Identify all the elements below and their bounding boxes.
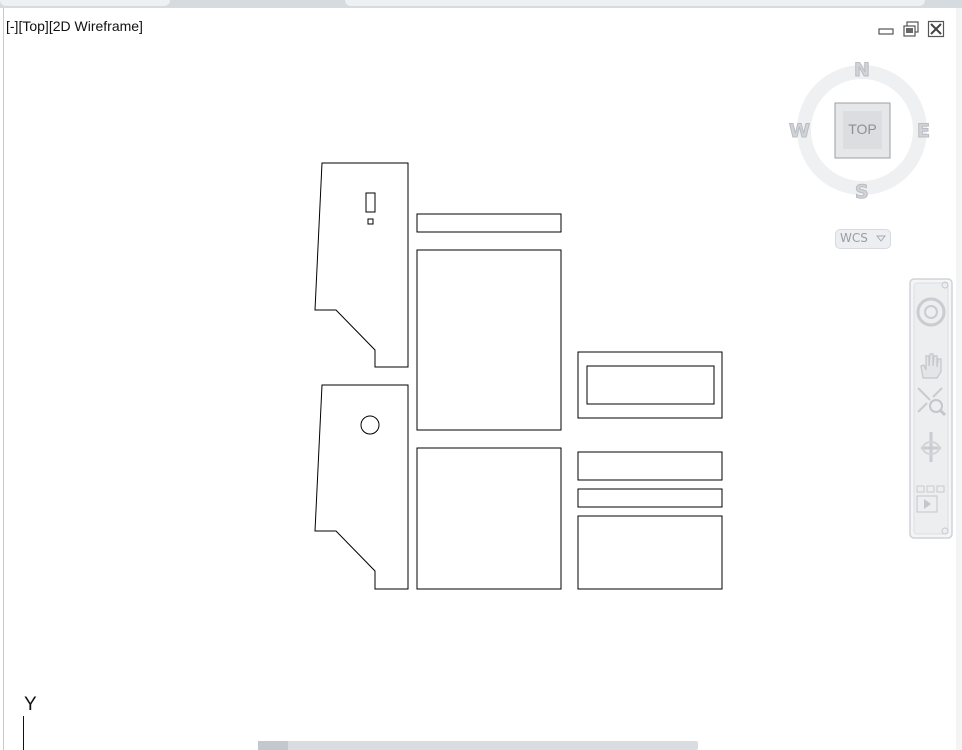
side-panel-circle	[360, 415, 380, 435]
side-panel-slot	[365, 192, 376, 213]
minimize-icon[interactable]	[877, 20, 895, 38]
ucs-menu-button[interactable]: WCS	[835, 229, 891, 249]
pan-hand-icon[interactable]	[915, 350, 947, 382]
viewcube-compass-ring[interactable]	[785, 55, 945, 255]
close-icon[interactable]	[927, 20, 945, 38]
steering-wheel-icon[interactable]	[915, 296, 947, 328]
viewcube-face-top[interactable]: TOP	[835, 121, 890, 137]
zoom-extents-icon[interactable]	[914, 384, 948, 418]
orbit-icon[interactable]	[915, 430, 947, 464]
visual-style-control[interactable]: [2D Wireframe]	[49, 18, 143, 34]
view-control[interactable]: [Top]	[18, 18, 48, 34]
strip-panel-a	[577, 451, 723, 481]
compass-south[interactable]: S	[855, 181, 870, 204]
showmotion-icon[interactable]	[916, 484, 946, 516]
scrollbar-grip[interactable]	[258, 741, 288, 750]
ucs-icon: Y	[16, 694, 56, 750]
compass-east[interactable]: E	[917, 120, 931, 143]
horizontal-scrollbar[interactable]	[258, 741, 698, 750]
panel-bottom-right	[577, 515, 723, 590]
strip-panel-top	[416, 213, 562, 233]
navigation-bar	[909, 278, 953, 540]
compass-north[interactable]: N	[854, 59, 871, 82]
side-panel-lower	[314, 384, 409, 590]
frame-panel-outer	[577, 351, 723, 419]
viewcube[interactable]: TOP N S E W WCS	[785, 55, 945, 255]
ucs-y-label: Y	[24, 694, 37, 715]
panel-large-lower	[416, 447, 562, 590]
strip-panel-b	[577, 488, 723, 508]
viewport-controls-label: [-][Top][2D Wireframe]	[6, 18, 143, 34]
viewport-menu-control[interactable]: [-]	[6, 18, 18, 34]
side-panel-upper	[314, 162, 409, 368]
compass-west[interactable]: W	[789, 120, 811, 143]
restore-icon[interactable]	[902, 20, 920, 38]
chevron-down-icon	[876, 235, 886, 242]
ucs-menu-label: WCS	[840, 231, 868, 245]
panel-large-upper	[416, 249, 562, 431]
side-panel-hole	[367, 218, 374, 225]
frame-panel-inner	[586, 365, 715, 405]
ucs-y-axis	[23, 716, 24, 750]
